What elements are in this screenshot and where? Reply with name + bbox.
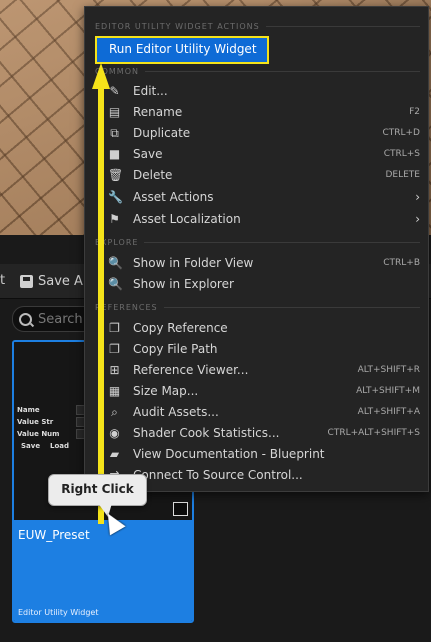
run-label: Run Editor Utility Widget [109, 42, 257, 56]
run-editor-utility-widget-item[interactable]: Run Editor Utility Widget [95, 36, 269, 64]
submenu-arrow-icon: › [415, 212, 420, 226]
menu-item-copy-file-path[interactable]: ❐ Copy File Path [85, 339, 428, 360]
asset-name: EUW_Preset [18, 528, 90, 542]
asset-info-panel: EUW_Preset Editor Utility Widget [14, 520, 192, 621]
context-menu: EDITOR UTILITY WIDGET ACTIONS Run Editor… [84, 6, 429, 492]
thumb-save-button: Save [21, 442, 41, 450]
menu-item-show-in-folder-view[interactable]: 🔍 Show in Folder View CTRL+B [85, 253, 428, 274]
asset-type: Editor Utility Widget [18, 608, 99, 617]
duplicate-icon: ⧉ [110, 126, 119, 140]
menu-item-view-documentation[interactable]: ▰ View Documentation - Blueprint [85, 444, 428, 465]
shader-icon: ◉ [109, 426, 120, 440]
callout-label: Right Click [61, 482, 134, 496]
section-header-explore: EXPLORE [95, 236, 420, 248]
search-icon [19, 312, 32, 326]
menu-item-rename[interactable]: ▤ Rename F2 [85, 102, 428, 123]
reference-viewer-icon: ⊞ [109, 363, 120, 377]
menu-item-asset-localization[interactable]: ⚑ Asset Localization › [85, 209, 428, 230]
widget-type-icon [173, 502, 188, 516]
wrench-icon: 🔧 [108, 190, 123, 204]
size-map-icon: ▦ [108, 384, 121, 398]
menu-item-copy-reference[interactable]: ❐ Copy Reference [85, 318, 428, 339]
copy-icon: ❐ [109, 321, 120, 335]
menu-item-asset-actions[interactable]: 🔧 Asset Actions › [85, 187, 428, 208]
menu-item-size-map[interactable]: ▦ Size Map... ALT+SHIFT+M [85, 381, 428, 402]
menu-item-reference-viewer[interactable]: ⊞ Reference Viewer... ALT+SHIFT+R [85, 360, 428, 381]
menu-item-show-in-explorer[interactable]: 🔍 Show in Explorer [85, 274, 428, 295]
book-icon: ▰ [109, 447, 120, 461]
thumb-label-value-str: Value Str [17, 418, 54, 426]
annotation-arrow-head [92, 63, 110, 89]
thumb-label-name: Name [17, 406, 40, 414]
right-click-callout: Right Click [48, 474, 147, 506]
toolbar-left-fragment[interactable]: t [0, 273, 5, 288]
thumb-label-value-num: Value Num [17, 430, 60, 438]
save-icon [20, 274, 33, 288]
section-header-references: REFERENCES [95, 301, 420, 313]
rename-icon: ▤ [108, 105, 121, 119]
search-placeholder: Search [38, 311, 83, 327]
save-all-label: Save Al [38, 273, 87, 289]
menu-item-shader-cook-statistics[interactable]: ◉ Shader Cook Statistics... CTRL+ALT+SHIFT… [85, 423, 428, 444]
submenu-arrow-icon: › [415, 190, 420, 204]
audit-icon: ⌕ [111, 405, 118, 419]
folder-search-icon: 🔍 [108, 256, 123, 270]
annotation-arrow-shaft [98, 86, 104, 524]
menu-item-audit-assets[interactable]: ⌕ Audit Assets... ALT+SHIFT+A [85, 402, 428, 423]
menu-item-delete[interactable]: 🗑 Delete DELETE [85, 165, 428, 186]
save-icon: ■ [108, 147, 121, 161]
copy-icon: ❐ [109, 342, 120, 356]
trash-icon: 🗑 [108, 168, 124, 182]
save-all-button[interactable]: Save Al [20, 271, 87, 291]
section-header-common: COMMON [95, 65, 420, 77]
folder-search-icon: 🔍 [108, 277, 123, 291]
section-header-actions: EDITOR UTILITY WIDGET ACTIONS [95, 20, 420, 32]
menu-item-edit[interactable]: ✎ Edit... [85, 81, 428, 102]
thumb-load-button: Load [50, 442, 70, 450]
menu-item-save[interactable]: ■ Save CTRL+S [85, 144, 428, 165]
menu-item-duplicate[interactable]: ⧉ Duplicate CTRL+D [85, 123, 428, 144]
flag-icon: ⚑ [109, 212, 120, 226]
